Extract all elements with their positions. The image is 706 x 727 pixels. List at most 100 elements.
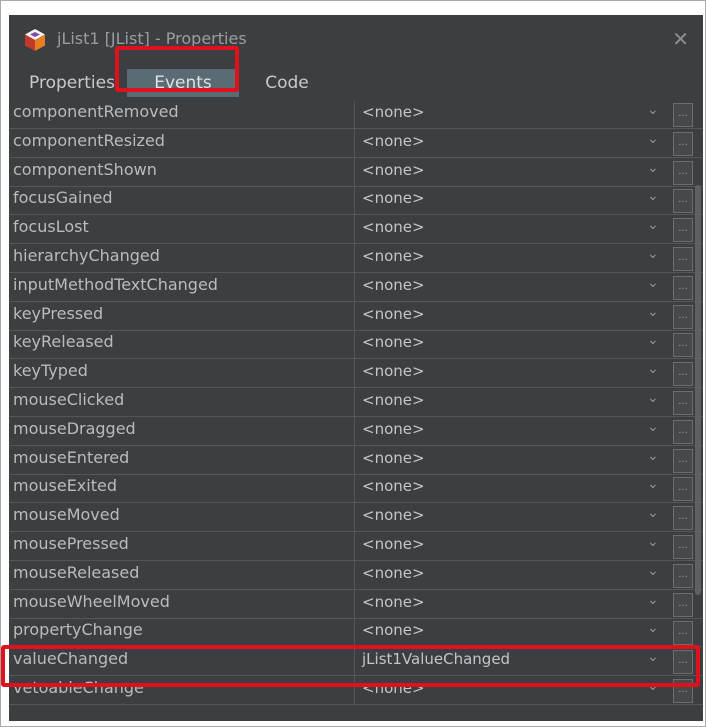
event-name-label: focusGained — [13, 188, 113, 208]
event-handler-value[interactable]: <none> — [362, 477, 425, 495]
ellipsis-button[interactable]: ... — [673, 131, 693, 156]
event-name-label: componentShown — [13, 159, 157, 179]
ellipsis-button[interactable]: ... — [673, 419, 693, 444]
properties-window: jList1 [JList] - Properties ✕ Properties… — [9, 15, 703, 721]
chevron-down-icon[interactable]: ⌄ — [647, 620, 659, 636]
screenshot-frame: jList1 [JList] - Properties ✕ Properties… — [0, 0, 706, 727]
ellipsis-button[interactable]: ... — [673, 391, 693, 415]
column-separator — [354, 330, 355, 359]
column-separator — [354, 532, 355, 560]
chevron-down-icon[interactable]: ⌄ — [647, 131, 659, 147]
ellipsis-button[interactable]: ... — [673, 218, 693, 243]
tab-code[interactable]: Code — [255, 69, 319, 97]
ellipsis-button[interactable]: ... — [673, 304, 693, 329]
chevron-down-icon[interactable]: ⌄ — [647, 390, 659, 406]
event-name-label: mouseEntered — [13, 447, 130, 467]
chevron-down-icon[interactable]: ⌄ — [647, 246, 659, 262]
event-row-focuslost[interactable]: focusLost <none> ⌄... — [9, 215, 703, 245]
event-row-mousepressed[interactable]: mousePressed <none> ⌄... — [9, 532, 703, 561]
event-row-mousedragged[interactable]: mouseDragged <none> ⌄... — [9, 416, 703, 446]
ellipsis-button[interactable]: ... — [673, 535, 693, 559]
ellipsis-button[interactable]: ... — [673, 333, 693, 358]
ellipsis-button[interactable]: ... — [673, 563, 693, 588]
ellipsis-button[interactable]: ... — [673, 621, 693, 646]
column-separator — [354, 503, 355, 532]
column-separator — [354, 157, 355, 186]
chevron-down-icon[interactable]: ⌄ — [647, 275, 659, 291]
chevron-down-icon[interactable]: ⌄ — [647, 332, 659, 348]
event-row-mousewheelmoved[interactable]: mouseWheelMoved <none> ⌄... — [9, 589, 703, 619]
event-handler-value[interactable]: <none> — [362, 247, 425, 265]
event-row-mouseexited[interactable]: mouseExited <none> ⌄... — [9, 474, 703, 504]
chevron-down-icon[interactable]: ⌄ — [647, 188, 659, 204]
event-handler-value[interactable]: <none> — [362, 593, 425, 611]
ellipsis-button[interactable]: ... — [673, 448, 693, 473]
ellipsis-button[interactable]: ... — [673, 160, 693, 185]
ellipsis-button[interactable]: ... — [673, 189, 693, 214]
event-row-propertychange[interactable]: propertyChange <none> ⌄... — [9, 618, 703, 648]
event-row-componentshown[interactable]: componentShown <none> ⌄... — [9, 157, 703, 187]
ellipsis-button[interactable]: ... — [673, 592, 693, 617]
event-row-componentresized[interactable]: componentResized <none> ⌄... — [9, 128, 703, 158]
event-handler-value[interactable]: <none> — [362, 276, 425, 294]
event-name-label: mouseMoved — [13, 505, 120, 525]
event-handler-value[interactable]: <none> — [362, 103, 425, 121]
event-row-inputmethodtextchanged[interactable]: inputMethodTextChanged <none> ⌄... — [9, 272, 703, 302]
event-name-label: mouseWheelMoved — [13, 591, 170, 611]
ellipsis-button[interactable]: ... — [673, 103, 693, 127]
event-row-hierarchychanged[interactable]: hierarchyChanged <none> ⌄... — [9, 244, 703, 273]
event-row-focusgained[interactable]: focusGained <none> ⌄... — [9, 186, 703, 216]
event-handler-value[interactable]: <none> — [362, 535, 425, 553]
chevron-down-icon[interactable]: ⌄ — [647, 419, 659, 435]
ellipsis-button[interactable]: ... — [673, 506, 693, 531]
chevron-down-icon[interactable]: ⌄ — [647, 304, 659, 320]
event-handler-value[interactable]: <none> — [362, 420, 425, 438]
ellipsis-button[interactable]: ... — [673, 477, 693, 502]
netbeans-cube-icon — [25, 29, 45, 51]
chevron-down-icon[interactable]: ⌄ — [647, 361, 659, 377]
event-handler-value[interactable]: <none> — [362, 564, 425, 582]
event-handler-value[interactable]: <none> — [362, 506, 425, 524]
event-handler-value[interactable]: <none> — [362, 621, 425, 639]
chevron-down-icon[interactable]: ⌄ — [647, 217, 659, 233]
event-handler-value[interactable]: <none> — [362, 132, 425, 150]
events-tab-highlight — [115, 46, 239, 92]
chevron-down-icon[interactable]: ⌄ — [647, 505, 659, 521]
ellipsis-button[interactable]: ... — [673, 362, 693, 387]
ellipsis-button[interactable]: ... — [673, 275, 693, 300]
chevron-down-icon[interactable]: ⌄ — [647, 534, 659, 550]
column-separator — [354, 101, 355, 128]
column-separator — [354, 388, 355, 416]
ellipsis-button[interactable]: ... — [673, 247, 693, 271]
tab-properties[interactable]: Properties — [17, 69, 127, 97]
event-row-keyreleased[interactable]: keyReleased <none> ⌄... — [9, 330, 703, 360]
event-row-componentremoved[interactable]: componentRemoved <none> ⌄... — [9, 101, 703, 129]
event-row-keypressed[interactable]: keyPressed <none> ⌄... — [9, 301, 703, 331]
close-icon[interactable]: ✕ — [672, 25, 689, 53]
chevron-down-icon[interactable]: ⌄ — [647, 160, 659, 176]
event-handler-value[interactable]: <none> — [362, 391, 425, 409]
event-row-mousereleased[interactable]: mouseReleased <none> ⌄... — [9, 560, 703, 590]
event-handler-value[interactable]: <none> — [362, 333, 425, 351]
event-handler-value[interactable]: <none> — [362, 305, 425, 323]
event-handler-value[interactable]: <none> — [362, 449, 425, 467]
event-name-label: focusLost — [13, 217, 89, 237]
chevron-down-icon[interactable]: ⌄ — [647, 476, 659, 492]
event-row-mouseclicked[interactable]: mouseClicked <none> ⌄... — [9, 388, 703, 417]
event-name-label: hierarchyChanged — [13, 246, 160, 265]
chevron-down-icon[interactable]: ⌄ — [647, 592, 659, 608]
event-handler-value[interactable]: <none> — [362, 161, 425, 179]
chevron-down-icon[interactable]: ⌄ — [647, 102, 659, 118]
column-separator — [354, 272, 355, 301]
vertical-scrollbar[interactable] — [695, 185, 701, 595]
event-name-label: keyTyped — [13, 361, 88, 381]
chevron-down-icon[interactable]: ⌄ — [647, 563, 659, 579]
event-handler-value[interactable]: <none> — [362, 362, 425, 380]
event-handler-value[interactable]: <none> — [362, 189, 425, 207]
event-handler-value[interactable]: <none> — [362, 218, 425, 236]
column-separator — [354, 301, 355, 330]
event-row-mouseentered[interactable]: mouseEntered <none> ⌄... — [9, 445, 703, 475]
chevron-down-icon[interactable]: ⌄ — [647, 448, 659, 464]
event-row-mousemoved[interactable]: mouseMoved <none> ⌄... — [9, 503, 703, 533]
event-row-keytyped[interactable]: keyTyped <none> ⌄... — [9, 359, 703, 389]
